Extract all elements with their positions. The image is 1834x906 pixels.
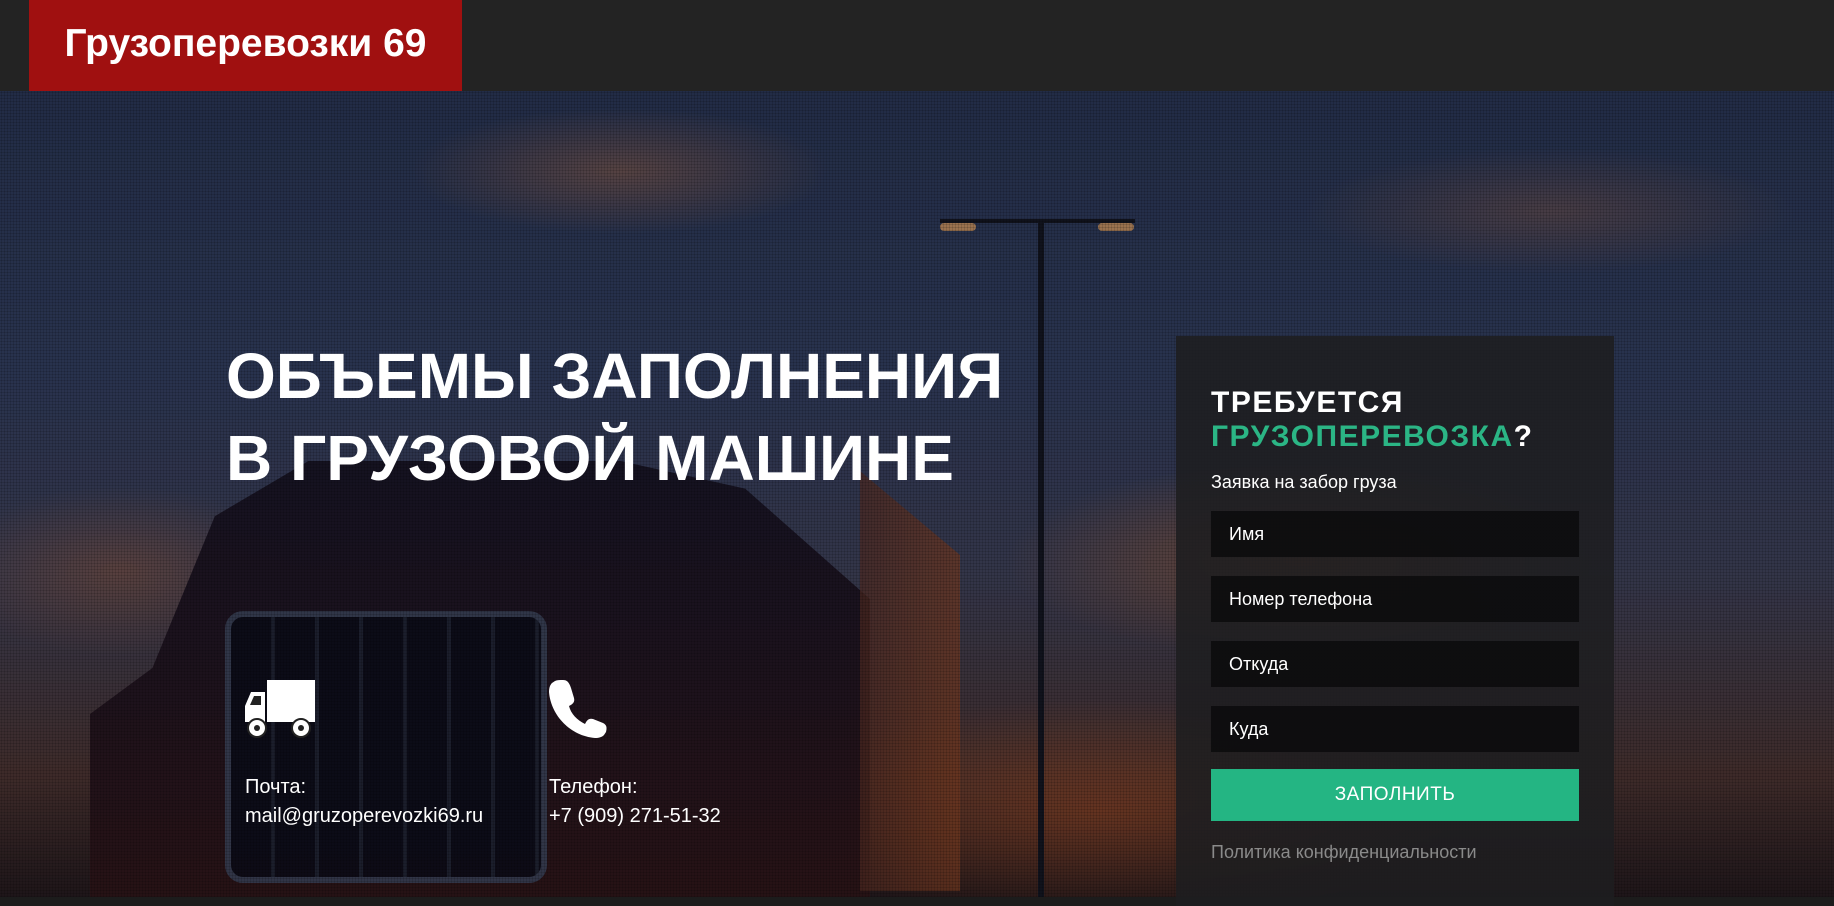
submit-button[interactable]: ЗАПОЛНИТЬ — [1211, 769, 1579, 821]
to-input[interactable] — [1211, 706, 1579, 752]
contact-email-label: Почта: — [245, 776, 307, 798]
contact-phone: Телефон: +7 (909) 271-51-32 — [549, 678, 721, 831]
phone-icon — [549, 678, 721, 743]
form-title: ТРЕБУЕТСЯ ГРУЗОПЕРЕВОЗКА? — [1211, 386, 1579, 454]
contact-phone-label: Телефон: — [549, 776, 638, 798]
privacy-policy-link[interactable]: Политика конфиденциальности — [1211, 842, 1579, 863]
top-navbar: Грузоперевозки 69 — [0, 0, 1834, 91]
request-form-panel: ТРЕБУЕТСЯ ГРУЗОПЕРЕВОЗКА? Заявка на забо… — [1176, 336, 1614, 906]
phone-input[interactable] — [1211, 576, 1579, 622]
form-subtitle: Заявка на забор груза — [1211, 472, 1397, 492]
hero-headline-line-1: ОБЪЕМЫ ЗАПОЛНЕНИЯ — [226, 340, 1004, 412]
contact-email-value[interactable]: mail@gruzoperevozki69.ru — [245, 801, 483, 831]
site-logo[interactable]: Грузоперевозки 69 — [29, 0, 462, 91]
contact-email: Почта: mail@gruzoperevozki69.ru — [245, 680, 483, 831]
from-input[interactable] — [1211, 641, 1579, 687]
form-title-suffix: ? — [1513, 420, 1534, 453]
contact-phone-value[interactable]: +7 (909) 271-51-32 — [549, 801, 721, 831]
form-title-prefix: ТРЕБУЕТСЯ — [1211, 386, 1404, 419]
name-input[interactable] — [1211, 511, 1579, 557]
truck-icon — [245, 680, 483, 743]
hero-headline-line-2: В ГРУЗОВОЙ МАШИНЕ — [226, 422, 954, 494]
hero-headline: ОБЪЕМЫ ЗАПОЛНЕНИЯ В ГРУЗОВОЙ МАШИНЕ — [226, 335, 1003, 499]
form-title-accent: ГРУЗОПЕРЕВОЗКА — [1211, 420, 1514, 453]
